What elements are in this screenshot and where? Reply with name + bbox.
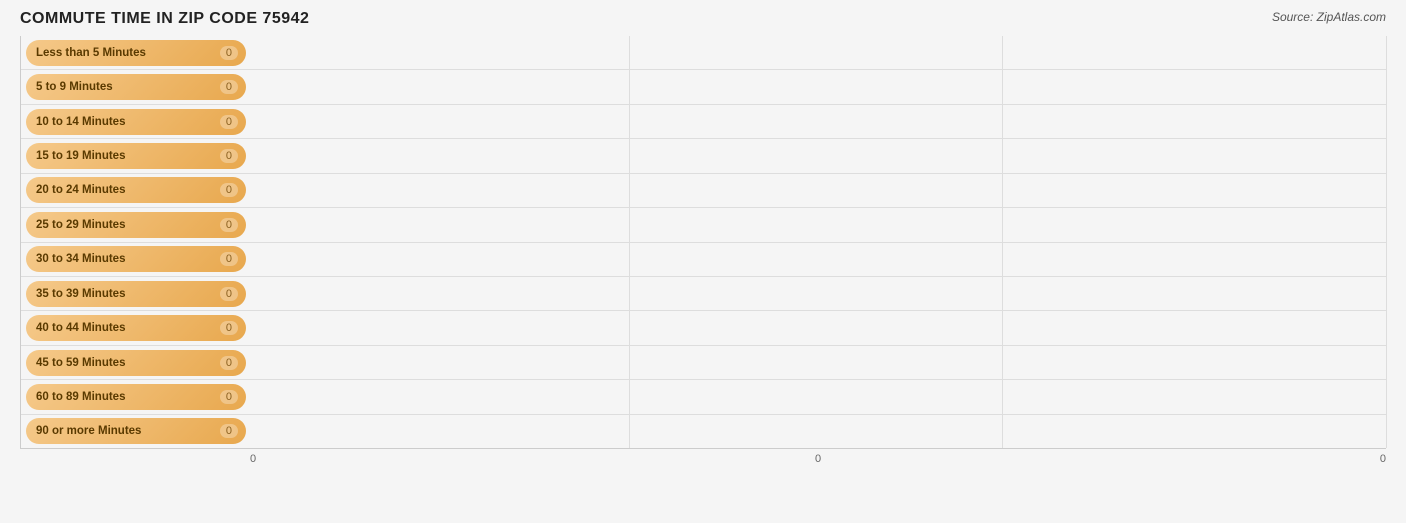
x-axis: 0 0 0 — [20, 449, 1386, 465]
bar-label-pill: 60 to 89 Minutes 0 — [26, 384, 246, 410]
chart-title: COMMUTE TIME IN ZIP CODE 75942 — [20, 10, 309, 28]
bar-row: 25 to 29 Minutes 0 — [21, 208, 1386, 242]
bar-label-text: 20 to 24 Minutes — [36, 184, 214, 196]
bar-row: 30 to 34 Minutes 0 — [21, 243, 1386, 277]
bar-row: 15 to 19 Minutes 0 — [21, 139, 1386, 173]
bar-track — [246, 208, 1386, 241]
bar-label-value: 0 — [220, 287, 238, 301]
bar-row: 40 to 44 Minutes 0 — [21, 311, 1386, 345]
bar-label-pill: 20 to 24 Minutes 0 — [26, 177, 246, 203]
bar-label-pill: 30 to 34 Minutes 0 — [26, 246, 246, 272]
bar-row: 10 to 14 Minutes 0 — [21, 105, 1386, 139]
bar-label-pill: 40 to 44 Minutes 0 — [26, 315, 246, 341]
bar-label-value: 0 — [220, 46, 238, 60]
bar-label-value: 0 — [220, 218, 238, 232]
bar-track — [246, 243, 1386, 276]
bar-row: 45 to 59 Minutes 0 — [21, 346, 1386, 380]
bar-label-value: 0 — [220, 424, 238, 438]
bar-label-text: 5 to 9 Minutes — [36, 81, 214, 93]
bar-row: 90 or more Minutes 0 — [21, 415, 1386, 448]
bar-label-text: 40 to 44 Minutes — [36, 322, 214, 334]
bar-label-value: 0 — [220, 80, 238, 94]
bar-label-value: 0 — [220, 115, 238, 129]
bar-label-pill: 5 to 9 Minutes 0 — [26, 74, 246, 100]
bar-row: Less than 5 Minutes 0 — [21, 36, 1386, 70]
bar-label-pill: 45 to 59 Minutes 0 — [26, 350, 246, 376]
bar-label-text: 10 to 14 Minutes — [36, 116, 214, 128]
bar-label-pill: 35 to 39 Minutes 0 — [26, 281, 246, 307]
bar-label-text: 35 to 39 Minutes — [36, 288, 214, 300]
bar-label-value: 0 — [220, 356, 238, 370]
bar-label-value: 0 — [220, 390, 238, 404]
bar-label-pill: 15 to 19 Minutes 0 — [26, 143, 246, 169]
bar-track — [246, 139, 1386, 172]
bar-label-text: 90 or more Minutes — [36, 425, 214, 437]
bar-track — [246, 346, 1386, 379]
bar-label-pill: 10 to 14 Minutes 0 — [26, 109, 246, 135]
bar-track — [246, 380, 1386, 413]
bar-label-pill: 90 or more Minutes 0 — [26, 418, 246, 444]
bar-row: 35 to 39 Minutes 0 — [21, 277, 1386, 311]
bar-track — [246, 70, 1386, 103]
bar-track — [246, 36, 1386, 69]
bar-label-pill: Less than 5 Minutes 0 — [26, 40, 246, 66]
bar-row: 60 to 89 Minutes 0 — [21, 380, 1386, 414]
bar-track — [246, 174, 1386, 207]
bar-label-text: Less than 5 Minutes — [36, 47, 214, 59]
bar-label-text: 30 to 34 Minutes — [36, 253, 214, 265]
bar-track — [246, 105, 1386, 138]
x-axis-label: 0 — [815, 453, 821, 465]
bar-label-pill: 25 to 29 Minutes 0 — [26, 212, 246, 238]
bar-label-value: 0 — [220, 321, 238, 335]
bar-track — [246, 311, 1386, 344]
chart-area: Less than 5 Minutes05 to 9 Minutes010 to… — [20, 36, 1386, 449]
bar-label-value: 0 — [220, 252, 238, 266]
bar-label-value: 0 — [220, 149, 238, 163]
bar-label-text: 45 to 59 Minutes — [36, 357, 214, 369]
bar-label-text: 15 to 19 Minutes — [36, 150, 214, 162]
bar-label-value: 0 — [220, 183, 238, 197]
bar-track — [246, 415, 1386, 448]
x-axis-label: 0 — [250, 453, 256, 465]
bar-track — [246, 277, 1386, 310]
bar-label-text: 60 to 89 Minutes — [36, 391, 214, 403]
x-axis-label: 0 — [1380, 453, 1386, 465]
bar-row: 5 to 9 Minutes 0 — [21, 70, 1386, 104]
bar-label-text: 25 to 29 Minutes — [36, 219, 214, 231]
chart-source: Source: ZipAtlas.com — [1272, 10, 1386, 24]
grid-line — [1386, 36, 1387, 448]
bar-row: 20 to 24 Minutes 0 — [21, 174, 1386, 208]
chart-container: COMMUTE TIME IN ZIP CODE 75942 Source: Z… — [0, 0, 1406, 523]
chart-header: COMMUTE TIME IN ZIP CODE 75942 Source: Z… — [20, 10, 1386, 28]
